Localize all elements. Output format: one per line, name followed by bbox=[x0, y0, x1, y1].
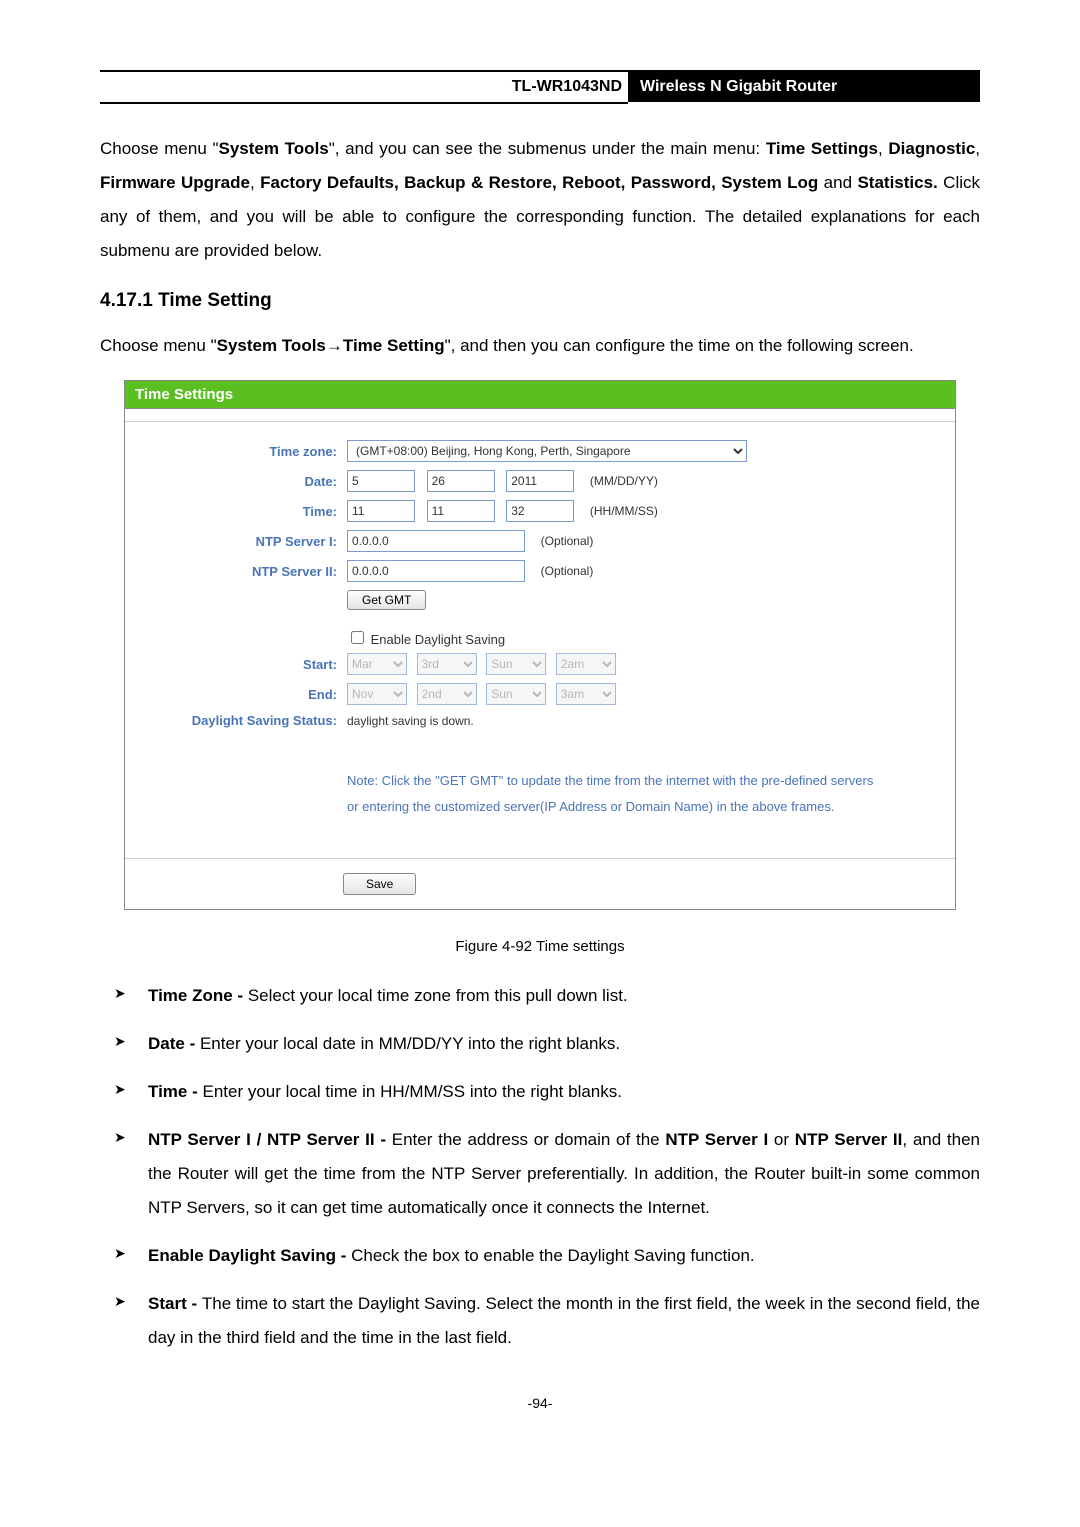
label-dss: Daylight Saving Status: bbox=[139, 713, 347, 728]
setting-paragraph: Choose menu "System Tools→Time Setting",… bbox=[100, 329, 980, 363]
label-timezone: Time zone: bbox=[139, 444, 347, 459]
intro-paragraph: Choose menu "System Tools", and you can … bbox=[100, 132, 980, 268]
list-item: Enable Daylight Saving - Check the box t… bbox=[100, 1239, 980, 1273]
list-item: NTP Server I / NTP Server II - Enter the… bbox=[100, 1123, 980, 1225]
label-ntp1: NTP Server I: bbox=[139, 534, 347, 549]
text: and bbox=[818, 173, 857, 192]
page-header: TL-WR1043ND Wireless N Gigabit Router bbox=[100, 70, 980, 104]
list-item: Start - The time to start the Daylight S… bbox=[100, 1287, 980, 1355]
text: Enter your local time in HH/MM/SS into t… bbox=[202, 1082, 622, 1101]
text-bold: System Tools bbox=[219, 139, 329, 158]
text: Enter your local date in MM/DD/YY into t… bbox=[200, 1034, 620, 1053]
time-sec-input[interactable] bbox=[506, 500, 574, 522]
text-bold: Time Settings bbox=[766, 139, 878, 158]
list-item: Time Zone - Select your local time zone … bbox=[100, 979, 980, 1013]
time-hour-input[interactable] bbox=[347, 500, 415, 522]
date-month-input[interactable] bbox=[347, 470, 415, 492]
start-day-select[interactable]: Sun bbox=[486, 653, 546, 675]
text-bold: Factory Defaults, Backup & Restore, Rebo… bbox=[260, 173, 818, 192]
panel-title: Time Settings bbox=[125, 381, 955, 409]
text-bold: Date - bbox=[148, 1034, 200, 1053]
text: ", and then you can configure the time o… bbox=[445, 336, 914, 355]
end-week-select[interactable]: 2nd bbox=[417, 683, 477, 705]
text: The time to start the Daylight Saving. S… bbox=[148, 1294, 980, 1347]
label-end: End: bbox=[139, 687, 347, 702]
ntp1-hint: (Optional) bbox=[541, 534, 594, 548]
header-title: Wireless N Gigabit Router bbox=[628, 72, 980, 102]
label-time: Time: bbox=[139, 504, 347, 519]
panel-body: Time zone: (GMT+08:00) Beijing, Hong Kon… bbox=[125, 422, 955, 858]
figure-caption: Figure 4-92 Time settings bbox=[100, 938, 980, 955]
bullet-list: Time Zone - Select your local time zone … bbox=[100, 979, 980, 1355]
dss-status: daylight saving is down. bbox=[347, 714, 474, 728]
text-bold: NTP Server I bbox=[665, 1130, 768, 1149]
text: Enter the address or domain of the bbox=[392, 1130, 666, 1149]
save-button[interactable]: Save bbox=[343, 873, 416, 895]
get-gmt-button[interactable]: Get GMT bbox=[347, 590, 426, 610]
section-heading: 4.17.1 Time Setting bbox=[100, 290, 980, 312]
text-bold: Time - bbox=[148, 1082, 202, 1101]
text: Choose menu " bbox=[100, 139, 219, 158]
text-bold: Enable Daylight Saving - bbox=[148, 1246, 351, 1265]
text: ", and you can see the submenus under th… bbox=[329, 139, 766, 158]
header-model: TL-WR1043ND bbox=[100, 72, 628, 104]
ntp1-input[interactable] bbox=[347, 530, 525, 552]
list-item: Date - Enter your local date in MM/DD/YY… bbox=[100, 1027, 980, 1061]
end-hour-select[interactable]: 3am bbox=[556, 683, 616, 705]
text-bold: NTP Server II bbox=[795, 1130, 903, 1149]
text: Choose menu " bbox=[100, 336, 217, 355]
enable-daylight-checkbox[interactable] bbox=[351, 631, 364, 644]
text: , bbox=[975, 139, 980, 158]
enable-daylight-label: Enable Daylight Saving bbox=[371, 632, 505, 647]
text-bold: System Tools→Time Setting bbox=[217, 336, 445, 355]
ntp2-hint: (Optional) bbox=[541, 564, 594, 578]
date-hint: (MM/DD/YY) bbox=[590, 474, 658, 488]
end-month-select[interactable]: Nov bbox=[347, 683, 407, 705]
start-hour-select[interactable]: 2am bbox=[556, 653, 616, 675]
text: or bbox=[768, 1130, 795, 1149]
text-bold: NTP Server I / NTP Server II - bbox=[148, 1130, 392, 1149]
date-year-input[interactable] bbox=[506, 470, 574, 492]
label-start: Start: bbox=[139, 657, 347, 672]
time-settings-panel: Time Settings Time zone: (GMT+08:00) Bei… bbox=[124, 380, 956, 910]
text: , bbox=[878, 139, 888, 158]
text-bold: Diagnostic bbox=[888, 139, 975, 158]
text: Check the box to enable the Daylight Sav… bbox=[351, 1246, 755, 1265]
text: Select your local time zone from this pu… bbox=[248, 986, 628, 1005]
text-bold: Firmware Upgrade bbox=[100, 173, 250, 192]
label-date: Date: bbox=[139, 474, 347, 489]
page-number: -94- bbox=[100, 1395, 980, 1411]
note-line-2: or entering the customized server(IP Add… bbox=[347, 794, 941, 820]
note-line-1: Note: Click the "GET GMT" to update the … bbox=[347, 768, 941, 794]
start-month-select[interactable]: Mar bbox=[347, 653, 407, 675]
end-day-select[interactable]: Sun bbox=[486, 683, 546, 705]
time-min-input[interactable] bbox=[427, 500, 495, 522]
text-bold: Start - bbox=[148, 1294, 202, 1313]
timezone-select[interactable]: (GMT+08:00) Beijing, Hong Kong, Perth, S… bbox=[347, 440, 747, 462]
start-week-select[interactable]: 3rd bbox=[417, 653, 477, 675]
ntp2-input[interactable] bbox=[347, 560, 525, 582]
panel-gap bbox=[125, 409, 955, 422]
label-ntp2: NTP Server II: bbox=[139, 564, 347, 579]
text: , bbox=[250, 173, 260, 192]
date-day-input[interactable] bbox=[427, 470, 495, 492]
list-item: Time - Enter your local time in HH/MM/SS… bbox=[100, 1075, 980, 1109]
time-hint: (HH/MM/SS) bbox=[590, 504, 658, 518]
text-bold: Time Zone - bbox=[148, 986, 248, 1005]
text-bold: Statistics. bbox=[857, 173, 937, 192]
panel-footer: Save bbox=[125, 858, 955, 909]
